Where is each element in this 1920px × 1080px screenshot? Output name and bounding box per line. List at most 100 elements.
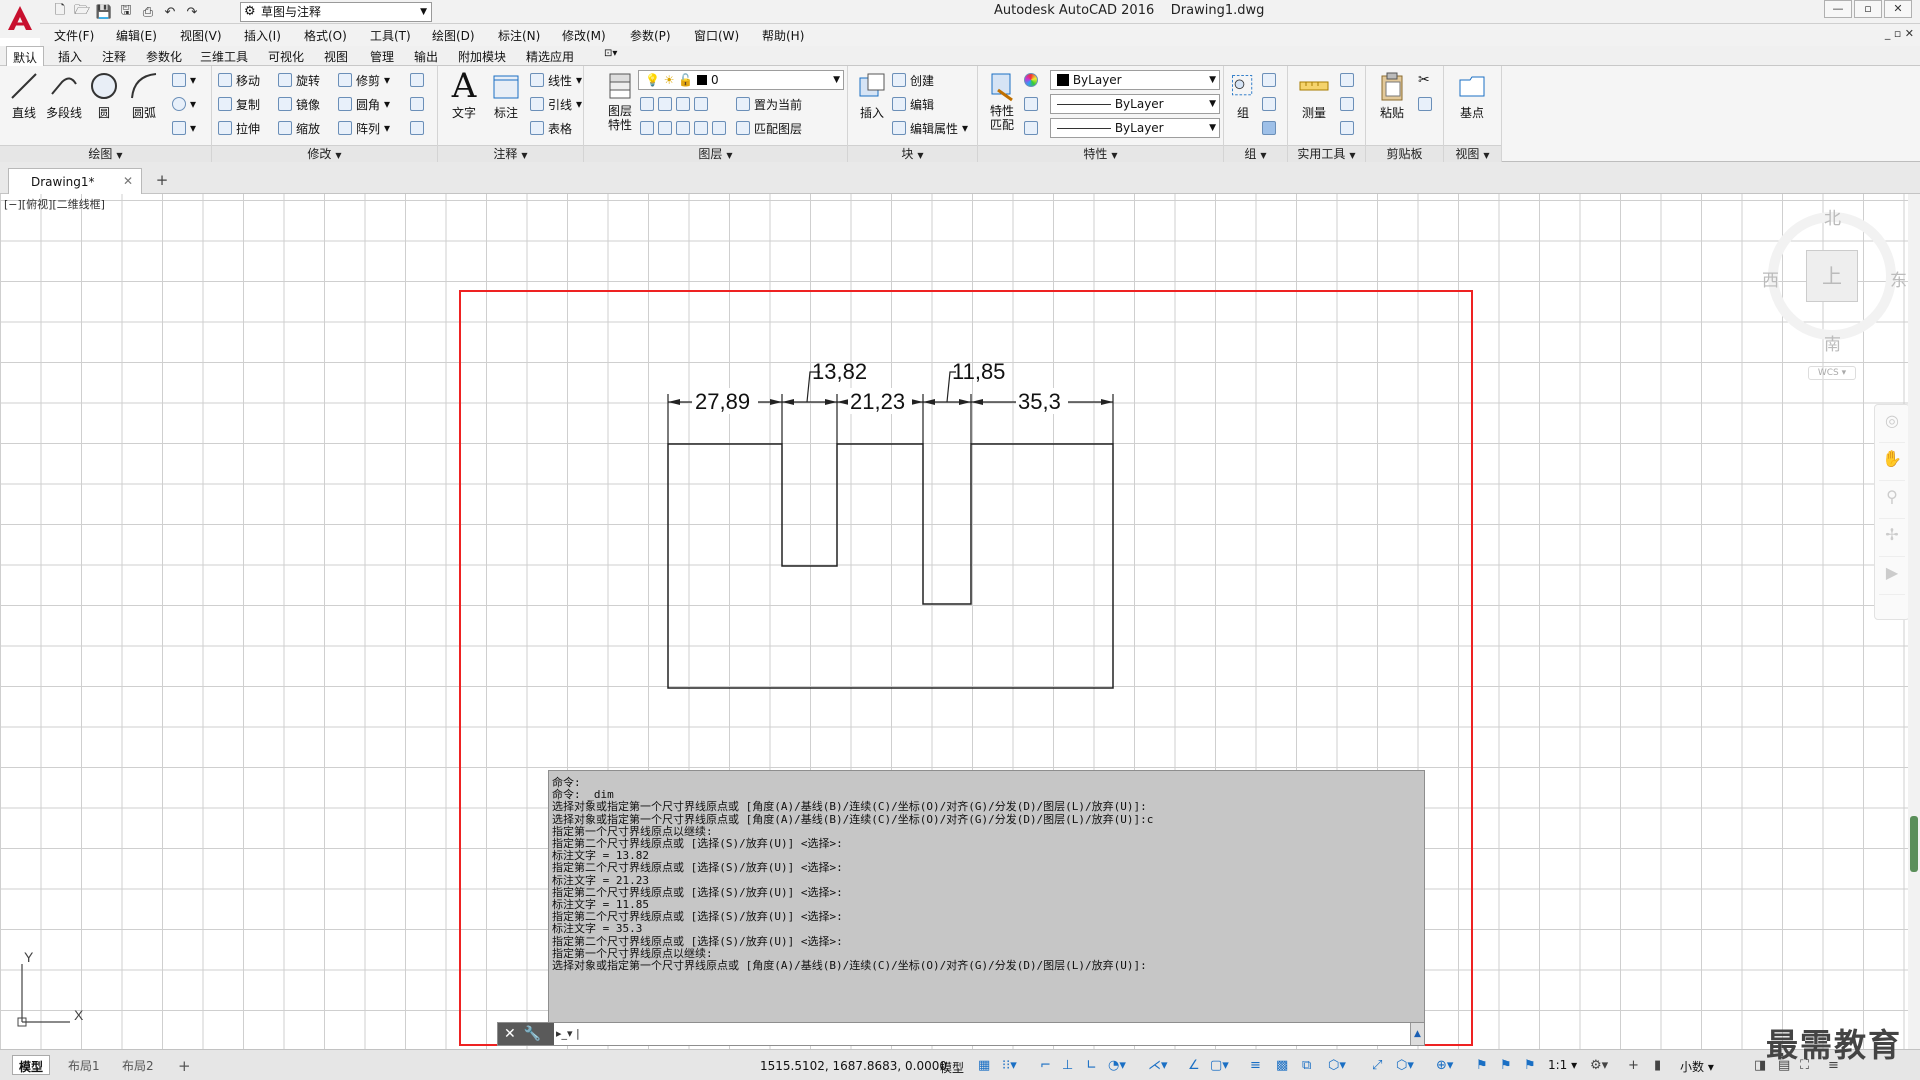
- rectangle-button[interactable]: ▾: [172, 70, 196, 90]
- open-file-icon[interactable]: 🗁: [74, 3, 90, 20]
- close-button[interactable]: ✕: [1884, 0, 1912, 18]
- rotate-button[interactable]: 旋转: [278, 70, 320, 90]
- save-as-icon[interactable]: 🖫: [118, 3, 134, 20]
- showmotion-icon[interactable]: ▶: [1879, 563, 1905, 595]
- panel-utilities-title[interactable]: 实用工具 ▼: [1288, 145, 1365, 162]
- tab-3d-tools[interactable]: 三维工具: [200, 48, 248, 65]
- group-button[interactable]: 组: [1226, 70, 1260, 121]
- fillet-button[interactable]: 圆角 ▾: [338, 94, 390, 114]
- drawing-tab[interactable]: Drawing1* ✕: [8, 168, 142, 194]
- tab-annotate[interactable]: 注释: [102, 48, 126, 65]
- ungroup-button[interactable]: [1262, 70, 1276, 90]
- lineweight-toggle-icon[interactable]: ≡: [1250, 1058, 1261, 1073]
- tab-default[interactable]: 默认: [6, 46, 45, 66]
- copy-button[interactable]: 复制: [218, 94, 260, 114]
- trim-button[interactable]: 修剪 ▾: [338, 70, 390, 90]
- layer-tools-row2[interactable]: [640, 118, 726, 138]
- infer-constraints-icon[interactable]: ⌐: [1040, 1058, 1051, 1073]
- application-menu-button[interactable]: [0, 0, 40, 38]
- menu-tools[interactable]: 工具(T): [370, 27, 411, 44]
- menu-parametric[interactable]: 参数(P): [630, 27, 671, 44]
- quick-select-button[interactable]: [1340, 70, 1354, 90]
- model-space-toggle[interactable]: 模型: [940, 1059, 964, 1076]
- table-button[interactable]: 表格: [530, 118, 572, 138]
- color-wheel-button[interactable]: [1024, 70, 1038, 90]
- isometric-icon[interactable]: ⋌▾: [1148, 1058, 1168, 1073]
- object-snap-tracking-icon[interactable]: ∠: [1188, 1058, 1200, 1073]
- west-label[interactable]: 西: [1762, 266, 1779, 291]
- lineweight-dropdown[interactable]: ByLayer ▼: [1050, 118, 1220, 138]
- paste-button[interactable]: 粘贴: [1370, 70, 1414, 121]
- south-label[interactable]: 南: [1824, 330, 1841, 355]
- panel-annotation-title[interactable]: 注释 ▼: [438, 145, 583, 162]
- close-icon[interactable]: ✕: [123, 174, 133, 188]
- command-line[interactable]: ✕ 🔧 ▸_▾ | ▲: [497, 1022, 1425, 1046]
- edit-attributes-button[interactable]: 编辑属性 ▾: [892, 118, 968, 138]
- command-prompt-icon[interactable]: ▸_▾ |: [556, 1027, 580, 1040]
- ribbon-minimize-icon[interactable]: ⊡▾: [604, 48, 617, 59]
- point-style-button[interactable]: [1340, 94, 1354, 114]
- layer-properties-button[interactable]: 图层 特性: [598, 70, 642, 132]
- tab-parametric[interactable]: 参数化: [146, 48, 182, 65]
- menu-modify[interactable]: 修改(M): [562, 27, 606, 44]
- menu-help[interactable]: 帮助(H): [762, 27, 804, 44]
- workspace-select[interactable]: ⚙ 草图与注释 ▼: [240, 2, 432, 22]
- linetype-dropdown[interactable]: ByLayer ▼: [1050, 94, 1220, 114]
- create-block-button[interactable]: 创建: [892, 70, 934, 90]
- save-icon[interactable]: 💾: [96, 4, 112, 20]
- scroll-thumb[interactable]: [1910, 816, 1918, 872]
- object-snap-icon[interactable]: ▢▾: [1210, 1058, 1229, 1073]
- panel-clipboard-title[interactable]: 剪贴板: [1366, 145, 1443, 162]
- dynamic-ucs-icon[interactable]: ⤢: [1372, 1058, 1382, 1073]
- text-button[interactable]: A 文字: [442, 69, 486, 121]
- east-label[interactable]: 东: [1890, 266, 1907, 291]
- viewcube-top-face[interactable]: 上: [1806, 250, 1858, 302]
- 3d-osnap-icon[interactable]: ⬡▾: [1328, 1058, 1346, 1073]
- tab-featured-apps[interactable]: 精选应用: [526, 48, 574, 65]
- document-window-controls[interactable]: _ ▫ ✕: [1885, 27, 1914, 40]
- tab-insert[interactable]: 插入: [58, 48, 82, 65]
- layer-tools-row1[interactable]: [640, 94, 708, 114]
- panel-layers-title[interactable]: 图层 ▼: [584, 145, 847, 162]
- orbit-icon[interactable]: ✢: [1879, 525, 1905, 557]
- copy-clip-button[interactable]: [1418, 94, 1432, 114]
- gizmo-icon[interactable]: ⊕▾: [1436, 1058, 1453, 1073]
- base-point-button[interactable]: 基点: [1450, 70, 1494, 121]
- close-icon[interactable]: ✕: [504, 1026, 516, 1042]
- array-button[interactable]: 阵列 ▾: [338, 118, 390, 138]
- annotation-scale-dropdown[interactable]: 1:1 ▾: [1548, 1058, 1577, 1072]
- linetype-list-button[interactable]: [1024, 94, 1038, 114]
- command-history-toggle[interactable]: ▲: [1410, 1023, 1424, 1045]
- menu-insert[interactable]: 插入(I): [244, 27, 281, 44]
- ortho-icon[interactable]: ∟: [1086, 1058, 1097, 1073]
- dynamic-input-icon[interactable]: ⊥: [1062, 1058, 1073, 1073]
- color-dropdown[interactable]: ByLayer ▼: [1050, 70, 1220, 90]
- auto-scale-icon[interactable]: ⚑: [1500, 1058, 1512, 1073]
- command-history-window[interactable]: 命令: 命令: _dim 选择对象或指定第一个尺寸界线原点或 [角度(A)/基线(B…: [548, 770, 1425, 1032]
- viewcube[interactable]: 北 南 东 西 上 WCS ▾: [1740, 204, 1910, 384]
- scale-button[interactable]: 缩放: [278, 118, 320, 138]
- menu-view[interactable]: 视图(V): [180, 27, 222, 44]
- panel-modify-title[interactable]: 修改 ▼: [212, 145, 437, 162]
- layer-dropdown[interactable]: 💡 ☀ 🔓 0 ▼: [638, 70, 844, 90]
- set-current-layer-button[interactable]: 置为当前: [736, 94, 802, 114]
- menu-edit[interactable]: 编辑(E): [116, 27, 157, 44]
- linear-button[interactable]: 线性 ▾: [530, 70, 582, 90]
- workspace-switch-icon[interactable]: ⚙▾: [1590, 1058, 1608, 1073]
- redo-icon[interactable]: ↷: [184, 4, 200, 20]
- annotation-scale-icon[interactable]: ⚑: [1524, 1058, 1536, 1073]
- circle-button[interactable]: 圆: [82, 70, 126, 121]
- add-layout-button[interactable]: +: [172, 1055, 197, 1075]
- panel-properties-title[interactable]: 特性 ▼: [978, 145, 1223, 162]
- lineweight-list-button[interactable]: [1024, 118, 1038, 138]
- menu-window[interactable]: 窗口(W): [694, 27, 739, 44]
- layout-tab-2[interactable]: 布局2: [116, 1055, 160, 1075]
- move-button[interactable]: 移动: [218, 70, 260, 90]
- annotation-monitor-icon[interactable]: +: [1628, 1058, 1639, 1073]
- menu-draw[interactable]: 绘图(D): [432, 27, 475, 44]
- tab-output[interactable]: 输出: [414, 48, 438, 65]
- undo-icon[interactable]: ↶: [162, 4, 178, 20]
- selection-filter-icon[interactable]: ⬡▾: [1396, 1058, 1414, 1073]
- ellipse-button[interactable]: ▾: [172, 94, 196, 114]
- minimize-button[interactable]: —: [1824, 0, 1852, 18]
